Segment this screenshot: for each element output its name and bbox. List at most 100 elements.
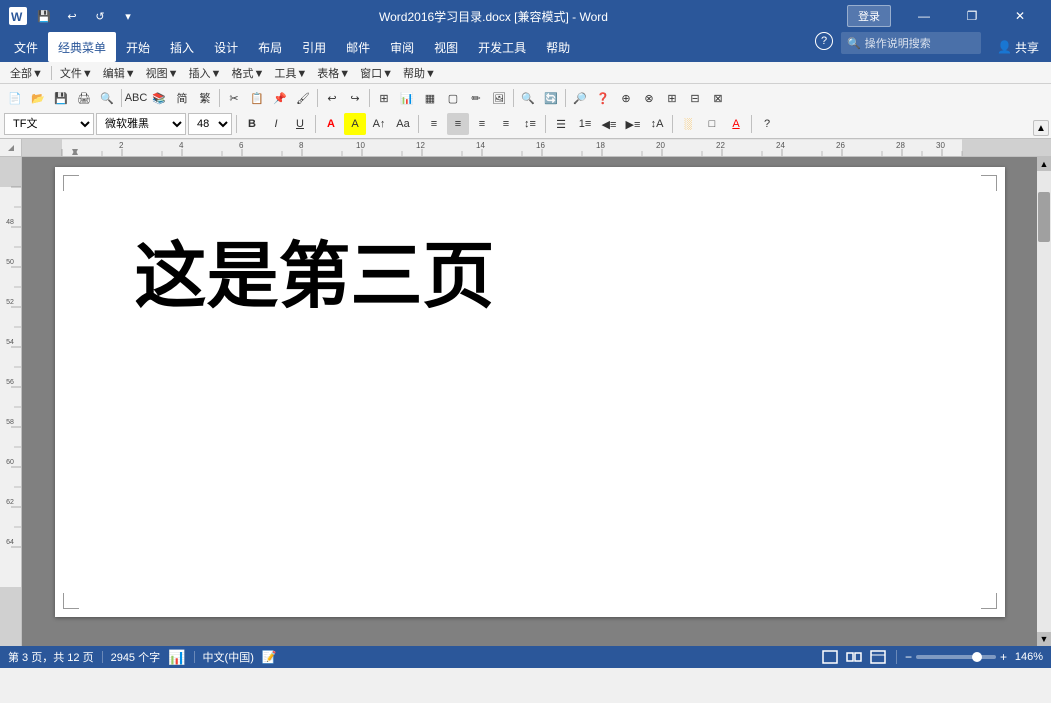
scrollbar-thumb[interactable]: [1038, 192, 1050, 242]
view-print-layout[interactable]: [820, 648, 840, 666]
qa-view[interactable]: 视图▼: [142, 63, 183, 83]
font-select[interactable]: 微软雅黑: [96, 113, 186, 135]
qa-all[interactable]: 全部▼: [6, 63, 47, 83]
tb-replace[interactable]: 🔄: [540, 87, 562, 109]
menu-file[interactable]: 文件: [4, 32, 48, 62]
menu-layout[interactable]: 布局: [248, 32, 292, 62]
tb-format-painter[interactable]: 🖌: [292, 87, 314, 109]
tb-research[interactable]: 📚: [148, 87, 170, 109]
qa-format[interactable]: 格式▼: [227, 63, 268, 83]
view-web[interactable]: [868, 648, 888, 666]
tb-spell[interactable]: ABC: [125, 87, 147, 109]
minimize-button[interactable]: —: [901, 0, 947, 32]
tb-save[interactable]: 💾: [50, 87, 72, 109]
font-size-grow[interactable]: A↑: [368, 113, 390, 135]
bold-button[interactable]: B: [241, 113, 263, 135]
tb-zh-to-cht[interactable]: 简: [171, 87, 193, 109]
tb-frame[interactable]: ▢: [442, 87, 464, 109]
search-placeholder[interactable]: 操作说明搜索: [865, 35, 931, 51]
tb-redo[interactable]: ↪: [344, 87, 366, 109]
line-spacing[interactable]: ↕≡: [519, 113, 541, 135]
scrollbar-track[interactable]: [1038, 172, 1050, 631]
help-icon[interactable]: ?: [815, 32, 833, 50]
qa-help[interactable]: 帮助▼: [399, 63, 440, 83]
italic-button[interactable]: I: [265, 113, 287, 135]
tb-draw[interactable]: ✏: [465, 87, 487, 109]
numbered-list[interactable]: 1≡: [574, 113, 596, 135]
menu-help[interactable]: 帮助: [536, 32, 580, 62]
tb-cht-to-zh[interactable]: 繁: [194, 87, 216, 109]
border-btn[interactable]: □: [701, 113, 723, 135]
qa-edit[interactable]: 编辑▼: [99, 63, 140, 83]
menu-home[interactable]: 开始: [116, 32, 160, 62]
tb-help[interactable]: ❓: [592, 87, 614, 109]
tb-open[interactable]: 📂: [27, 87, 49, 109]
tb-misc4[interactable]: ⊟: [684, 87, 706, 109]
login-button[interactable]: 登录: [847, 5, 891, 27]
indent-less[interactable]: ◀≡: [598, 113, 620, 135]
menu-mailings[interactable]: 邮件: [336, 32, 380, 62]
tb-zoom[interactable]: 🔎: [569, 87, 591, 109]
tb-find[interactable]: 🔍: [517, 87, 539, 109]
zoom-thumb[interactable]: [972, 652, 982, 662]
indent-more[interactable]: ▶≡: [622, 113, 644, 135]
tb-table2[interactable]: 📊: [396, 87, 418, 109]
tb-table[interactable]: ⊞: [373, 87, 395, 109]
customize-quick-access[interactable]: ▾: [116, 5, 140, 27]
save-quick-btn[interactable]: 💾: [32, 5, 56, 27]
redo-btn[interactable]: ↺: [88, 5, 112, 27]
qa-window[interactable]: 窗口▼: [356, 63, 397, 83]
align-center[interactable]: ≡: [447, 113, 469, 135]
help-btn[interactable]: ?: [756, 113, 778, 135]
menu-design[interactable]: 设计: [204, 32, 248, 62]
menu-classic[interactable]: 经典菜单: [48, 32, 116, 62]
menu-view[interactable]: 视图: [424, 32, 468, 62]
tb-col[interactable]: ▦: [419, 87, 441, 109]
sort[interactable]: ↕A: [646, 113, 668, 135]
highlight-btn[interactable]: A: [344, 113, 366, 135]
bullet-list[interactable]: ☰: [550, 113, 572, 135]
zoom-level[interactable]: 146%: [1011, 651, 1043, 663]
qa-tools[interactable]: 工具▼: [270, 63, 311, 83]
ruler-corner[interactable]: [0, 139, 22, 157]
scroll-up-btn[interactable]: ▲: [1037, 157, 1051, 171]
menu-insert[interactable]: 插入: [160, 32, 204, 62]
tb-undo[interactable]: ↩: [321, 87, 343, 109]
font-color2[interactable]: A: [725, 113, 747, 135]
shading-btn[interactable]: ░: [677, 113, 699, 135]
view-reading[interactable]: [844, 648, 864, 666]
tb-misc3[interactable]: ⊞: [661, 87, 683, 109]
word-count-icon[interactable]: 📊: [168, 649, 185, 666]
align-left[interactable]: ≡: [423, 113, 445, 135]
justify[interactable]: ≡: [495, 113, 517, 135]
tb-print[interactable]: 🖨: [73, 87, 95, 109]
style-select[interactable]: TF文: [4, 113, 94, 135]
zoom-in-btn[interactable]: +: [1000, 650, 1007, 664]
tb-new[interactable]: 📄: [4, 87, 26, 109]
qa-table[interactable]: 表格▼: [313, 63, 354, 83]
menu-developer[interactable]: 开发工具: [468, 32, 536, 62]
share-button[interactable]: 👤 共享: [989, 32, 1047, 62]
restore-button[interactable]: ❐: [949, 0, 995, 32]
zoom-out-btn[interactable]: −: [905, 650, 912, 664]
tb-misc5[interactable]: ⊠: [707, 87, 729, 109]
scroll-down-btn[interactable]: ▼: [1037, 632, 1051, 646]
close-button[interactable]: ✕: [997, 0, 1043, 32]
document-content[interactable]: 这是第三页: [75, 187, 985, 352]
font-color-btn[interactable]: A: [320, 113, 342, 135]
tb-paste[interactable]: 📌: [269, 87, 291, 109]
font-case[interactable]: Aa: [392, 113, 414, 135]
document-scroll-area[interactable]: 这是第三页: [22, 157, 1037, 646]
tb-preview[interactable]: 🔍: [96, 87, 118, 109]
tb-cut[interactable]: ✂: [223, 87, 245, 109]
menu-review[interactable]: 审阅: [380, 32, 424, 62]
undo-btn[interactable]: ↩: [60, 5, 84, 27]
align-right[interactable]: ≡: [471, 113, 493, 135]
tb-misc2[interactable]: ⊗: [638, 87, 660, 109]
size-select[interactable]: 48: [188, 113, 232, 135]
menu-references[interactable]: 引用: [292, 32, 336, 62]
tb-copy[interactable]: 📋: [246, 87, 268, 109]
document-page[interactable]: 这是第三页: [55, 167, 1005, 617]
ribbon-collapse-button[interactable]: ▲: [1033, 120, 1049, 136]
qa-insert[interactable]: 插入▼: [185, 63, 226, 83]
